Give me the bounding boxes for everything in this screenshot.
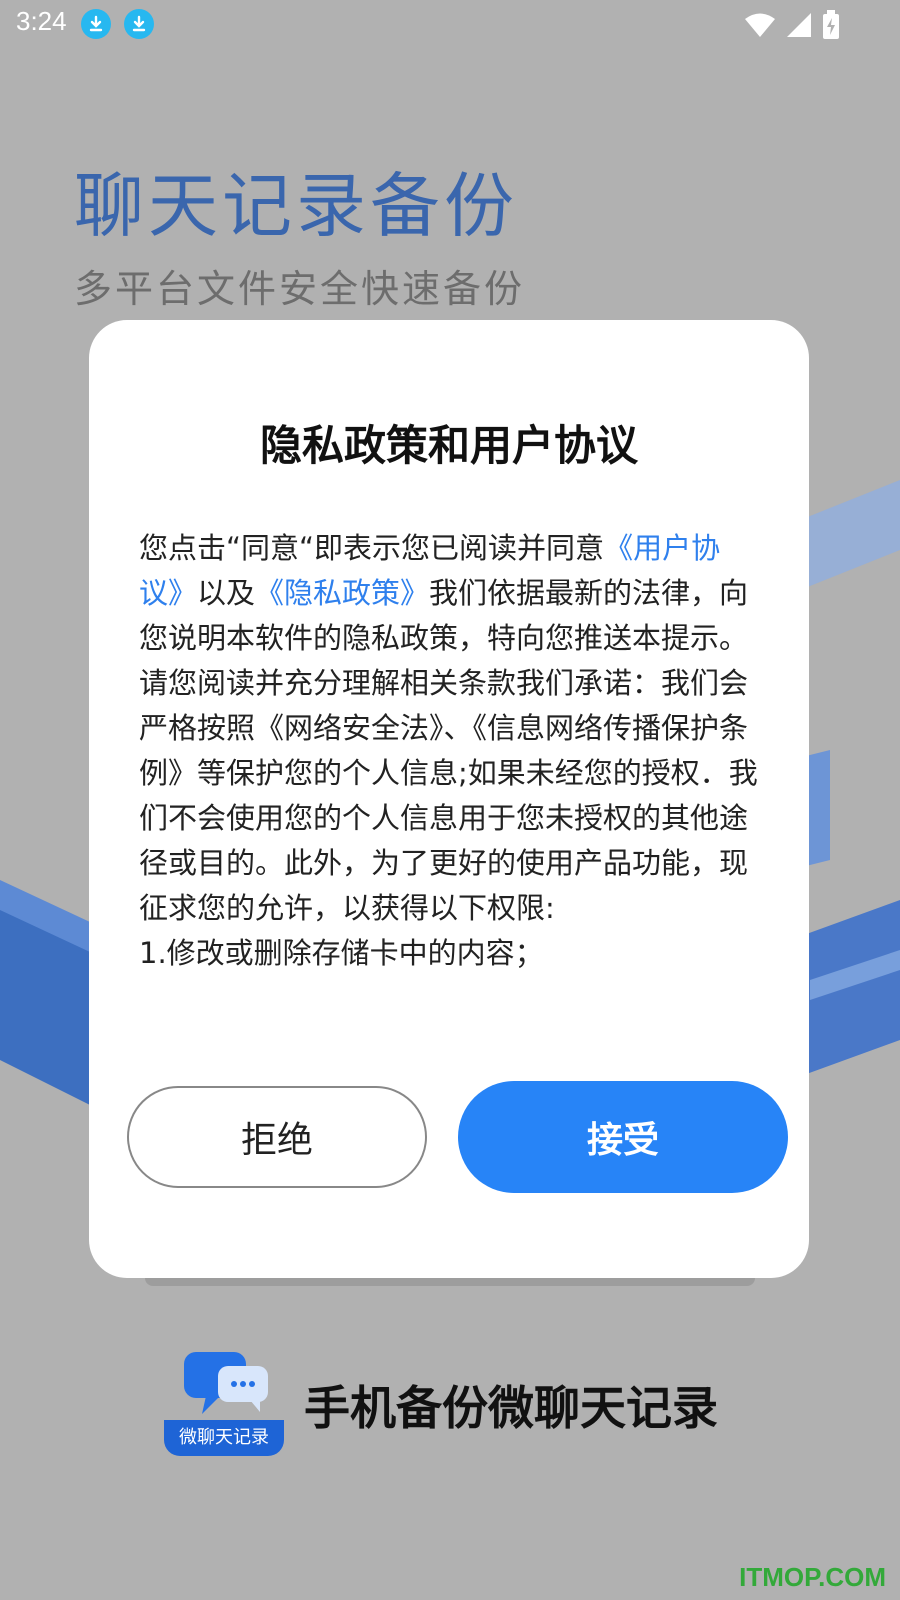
- body-text: 您点击“同意“即表示您已阅读并同意: [139, 531, 605, 565]
- signal-icon: [787, 13, 811, 37]
- card-edge: [145, 1278, 755, 1286]
- app-logo: 微聊天记录: [164, 1352, 288, 1456]
- dialog-title: 隐私政策和用户协议: [259, 421, 638, 470]
- privacy-dialog: 隐私政策和用户协议 您点击“同意“即表示您已阅读并同意《用户协议》以及《隐私政策…: [89, 320, 809, 1278]
- app-name: 手机备份微聊天记录: [304, 1381, 718, 1435]
- privacy-policy-link[interactable]: 《隐私政策》: [255, 576, 429, 610]
- dialog-body[interactable]: 您点击“同意“即表示您已阅读并同意《用户协议》以及《隐私政策》我们依据最新的法律…: [139, 526, 759, 1004]
- wifi-icon: [745, 13, 775, 37]
- reject-button[interactable]: 拒绝: [127, 1086, 427, 1188]
- battery-charging-icon: [823, 10, 839, 39]
- body-text: 以及: [197, 576, 256, 610]
- chat-bubble-icon: [184, 1352, 268, 1414]
- status-time: 3:24: [16, 6, 67, 36]
- body-text: 我们依据最新的法律，向您说明本软件的隐私政策，特向您推送本提示。请您阅读并充分理…: [139, 576, 758, 925]
- download-icon: [124, 9, 154, 39]
- accept-button[interactable]: 接受: [458, 1081, 788, 1193]
- logo-label: 微聊天记录: [164, 1420, 284, 1456]
- watermark: ITMOP.COM: [739, 1562, 886, 1592]
- splash-title: 聊天记录备份: [74, 165, 518, 247]
- permission-item: 1.修改或删除存储卡中的内容；: [139, 936, 544, 970]
- status-bar: 3:24: [0, 0, 900, 48]
- splash-subtitle: 多平台文件安全快速备份: [74, 267, 526, 311]
- download-icon: [81, 9, 111, 39]
